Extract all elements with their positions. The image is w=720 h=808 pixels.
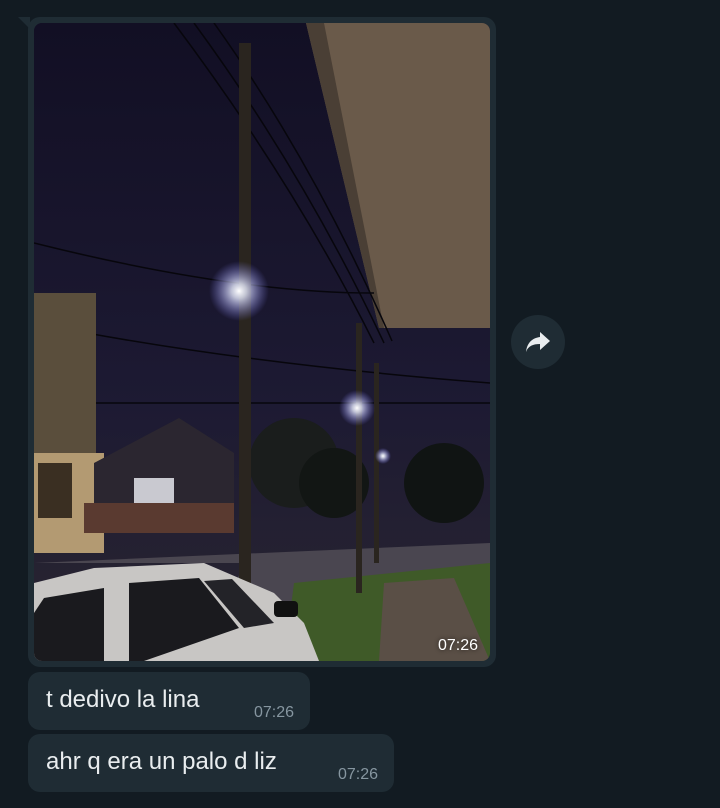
- image-message[interactable]: 07:26: [18, 17, 496, 667]
- forward-arrow-icon: [526, 332, 550, 352]
- forward-button[interactable]: [511, 315, 565, 369]
- text-message[interactable]: t dedivo la lina 07:26: [28, 672, 310, 730]
- message-text: ahr q era un palo d liz: [46, 748, 277, 775]
- street-night-photo[interactable]: 07:26: [34, 23, 490, 661]
- message-timestamp: 07:26: [253, 704, 294, 721]
- text-message[interactable]: ahr q era un palo d liz 07:26: [28, 734, 394, 792]
- message-timestamp: 07:26: [337, 766, 378, 783]
- message-text: t dedivo la lina: [46, 686, 200, 713]
- photo-image: [34, 23, 490, 661]
- image-timestamp: 07:26: [437, 637, 478, 654]
